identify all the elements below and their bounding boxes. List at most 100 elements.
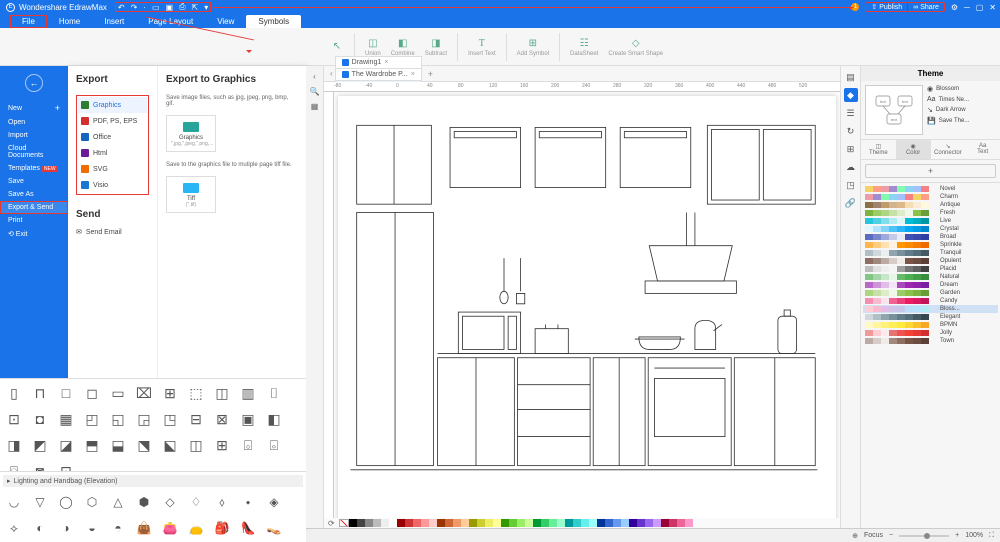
tab-home[interactable]: Home bbox=[47, 15, 92, 28]
tab-file[interactable]: File bbox=[10, 15, 47, 28]
color-swatch[interactable] bbox=[437, 519, 445, 527]
lighting-shape-1[interactable]: ▽ bbox=[29, 491, 51, 513]
themetab-connector[interactable]: ↘Connector bbox=[931, 140, 966, 159]
ribbon-text[interactable]: TInsert Text bbox=[468, 36, 496, 57]
color-swatch[interactable] bbox=[677, 519, 685, 527]
color-swatch[interactable] bbox=[661, 519, 669, 527]
kitchen-shape-22[interactable]: ◨ bbox=[3, 434, 25, 456]
lighting-shape-8[interactable]: ⬨ bbox=[211, 491, 233, 513]
lighting-shape-0[interactable]: ◡ bbox=[3, 491, 25, 513]
kitchen-shape-1[interactable]: ⊓ bbox=[29, 382, 51, 404]
lib-expand-icon[interactable]: ‹ bbox=[309, 70, 321, 82]
lighting-shape-17[interactable]: 👛 bbox=[159, 517, 181, 539]
palette-placid[interactable]: Placid bbox=[863, 265, 998, 273]
sidebar-item-print[interactable]: Print bbox=[0, 214, 68, 227]
kitchen-shape-10[interactable]: ⌷ bbox=[263, 382, 285, 404]
sidebar-item-save-as[interactable]: Save As bbox=[0, 188, 68, 201]
kitchen-shape-2[interactable]: □ bbox=[55, 382, 77, 404]
drawing-canvas[interactable] bbox=[338, 96, 836, 524]
color-swatch[interactable] bbox=[349, 519, 357, 527]
link-icon[interactable]: 🔗 bbox=[844, 196, 858, 210]
color-swatch[interactable] bbox=[685, 519, 693, 527]
maximize-icon[interactable]: ▢ bbox=[976, 3, 984, 12]
lighting-shape-6[interactable]: ◇ bbox=[159, 491, 181, 513]
kitchen-shape-31[interactable]: ⌺ bbox=[237, 434, 259, 456]
sidebar-item-save[interactable]: Save bbox=[0, 175, 68, 188]
doctab-the-wardrobe-p-[interactable]: The Wardrobe P...× bbox=[335, 68, 422, 80]
sidebar-item-cloud-documents[interactable]: Cloud Documents bbox=[0, 142, 68, 162]
color-swatch[interactable] bbox=[485, 519, 493, 527]
fit-page-icon[interactable]: ⛶ bbox=[989, 532, 994, 540]
sidebar-item-export-send[interactable]: Export & Send bbox=[0, 201, 68, 214]
theme-opt-arrow[interactable]: ↘Dark Arrow bbox=[927, 106, 996, 114]
kitchen-shape-13[interactable]: ▦ bbox=[55, 408, 77, 430]
shapelib-category[interactable]: ▸Lighting and Handbag (Elevation) bbox=[3, 475, 303, 487]
kitchen-shape-0[interactable]: ▯ bbox=[3, 382, 25, 404]
color-swatch[interactable] bbox=[477, 519, 485, 527]
close-window-icon[interactable]: ✕ bbox=[989, 3, 996, 12]
color-swatch[interactable] bbox=[365, 519, 373, 527]
lighting-shape-13[interactable]: ◑ bbox=[55, 517, 77, 539]
kitchen-shape-20[interactable]: ▣ bbox=[237, 408, 259, 430]
new-doc-icon[interactable]: ▭ bbox=[152, 3, 160, 12]
themetab-theme[interactable]: ◫Theme bbox=[861, 140, 896, 159]
qat-more-icon[interactable]: ▾ bbox=[204, 3, 208, 12]
palette-crystal[interactable]: Crystal bbox=[863, 225, 998, 233]
kitchen-shape-25[interactable]: ⬒ bbox=[81, 434, 103, 456]
palette-town[interactable]: Town bbox=[863, 337, 998, 345]
lighting-shape-5[interactable]: ⬢ bbox=[133, 491, 155, 513]
sidebar-item-import[interactable]: Import bbox=[0, 129, 68, 142]
measure-icon[interactable]: ⊞ bbox=[844, 142, 858, 156]
tab-symbols[interactable]: Symbols bbox=[246, 15, 301, 28]
focus-icon[interactable]: ⊕ bbox=[852, 532, 858, 540]
palette-live[interactable]: Live bbox=[863, 217, 998, 225]
zoom-out-icon[interactable]: − bbox=[889, 532, 893, 539]
kitchen-shape-24[interactable]: ◪ bbox=[55, 434, 77, 456]
palette-bloss[interactable]: Bloss... bbox=[863, 305, 998, 313]
format-html[interactable]: Html bbox=[78, 145, 147, 161]
sidebar-item-templates[interactable]: TemplatesNEW bbox=[0, 162, 68, 175]
palette-charm[interactable]: Charm bbox=[863, 193, 998, 201]
themetab-text[interactable]: AaText bbox=[965, 140, 1000, 159]
format-icon[interactable]: ▤ bbox=[844, 70, 858, 84]
tab-view[interactable]: View bbox=[205, 15, 246, 28]
color-swatch[interactable] bbox=[461, 519, 469, 527]
sidebar-item-open[interactable]: Open bbox=[0, 116, 68, 129]
color-swatch[interactable] bbox=[533, 519, 541, 527]
kitchen-shape-19[interactable]: ⊠ bbox=[211, 408, 233, 430]
ribbon-union[interactable]: ◫Union bbox=[365, 36, 381, 57]
color-swatch[interactable] bbox=[525, 519, 533, 527]
lighting-shape-4[interactable]: △ bbox=[107, 491, 129, 513]
format-office[interactable]: Office bbox=[78, 129, 147, 145]
lighting-shape-20[interactable]: 👠 bbox=[237, 517, 259, 539]
kitchen-shape-18[interactable]: ⊟ bbox=[185, 408, 207, 430]
color-swatch[interactable] bbox=[397, 519, 405, 527]
color-swatch[interactable] bbox=[517, 519, 525, 527]
tiff-tile[interactable]: Tiff (".tif) bbox=[166, 176, 216, 213]
color-swatch[interactable] bbox=[581, 519, 589, 527]
publish-button[interactable]: ⇧Publish bbox=[866, 3, 908, 11]
kitchen-shape-11[interactable]: ⊡ bbox=[3, 408, 25, 430]
share-button[interactable]: ∞Share bbox=[908, 3, 944, 11]
kitchen-shape-29[interactable]: ◫ bbox=[185, 434, 207, 456]
kitchen-shape-15[interactable]: ◱ bbox=[107, 408, 129, 430]
kitchen-shape-28[interactable]: ⬕ bbox=[159, 434, 181, 456]
color-swatch[interactable] bbox=[453, 519, 461, 527]
lib-shapes-icon[interactable]: ▦ bbox=[309, 100, 321, 112]
kitchen-shape-21[interactable]: ◧ bbox=[263, 408, 285, 430]
ribbon-pointer[interactable]: ↖ bbox=[330, 40, 344, 54]
color-swatch[interactable] bbox=[549, 519, 557, 527]
color-swatch[interactable] bbox=[421, 519, 429, 527]
palette-novel[interactable]: Novel bbox=[863, 185, 998, 193]
kitchen-shape-8[interactable]: ◫ bbox=[211, 382, 233, 404]
kitchen-shape-30[interactable]: ⊞ bbox=[211, 434, 233, 456]
kitchen-shape-9[interactable]: ▥ bbox=[237, 382, 259, 404]
lib-search-icon[interactable]: 🔍 bbox=[309, 85, 321, 97]
themetab-color[interactable]: ◉Color bbox=[896, 140, 931, 159]
color-swatch[interactable] bbox=[373, 519, 381, 527]
kitchen-shape-4[interactable]: ▭ bbox=[107, 382, 129, 404]
kitchen-shape-3[interactable]: ◻ bbox=[81, 382, 103, 404]
theme-opt-font[interactable]: AaTimes Ne... bbox=[927, 96, 996, 103]
send-email-row[interactable]: ✉ Send Email bbox=[76, 228, 149, 236]
lighting-shape-14[interactable]: ◒ bbox=[81, 517, 103, 539]
